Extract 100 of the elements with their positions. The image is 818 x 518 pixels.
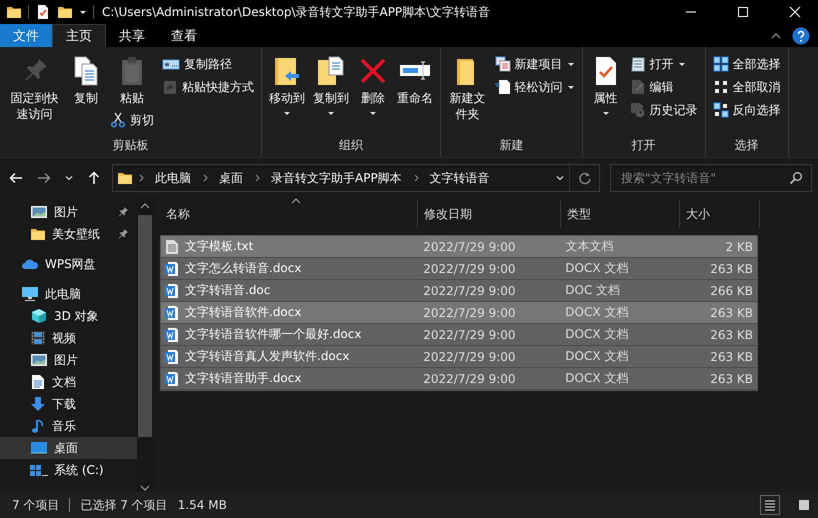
ribbon-tab[interactable]: 文件 [0, 24, 52, 47]
file-name: 文字转语音助手.docx [185, 370, 302, 387]
file-row[interactable]: 文字转语音助手.docx 2022/7/29 9:00 DOCX 文档 263 KB [161, 368, 757, 390]
ribbon-button[interactable]: 全部选择 [710, 53, 784, 75]
ribbon-button[interactable]: 轻松访问 [492, 76, 578, 98]
breadcrumb[interactable]: 录音转文字助手APP脚本 [265, 170, 408, 186]
file-row[interactable]: 文字模板.txt 2022/7/29 9:00 文本文档 2 KB [161, 236, 757, 258]
table-cell-text: 2022/7/29 9:00 [422, 328, 517, 342]
column-header[interactable]: 大小 [680, 200, 760, 228]
selection-count: 已选择 7 个项目 [80, 496, 168, 514]
breadcrumb[interactable]: 桌面 [213, 170, 249, 186]
word-file-icon [165, 326, 179, 342]
ribbon-button[interactable]: 新建文件夹 [445, 53, 490, 124]
download-icon [30, 396, 46, 412]
sidebar-item[interactable]: 美女壁纸 [0, 223, 137, 245]
table-cell-text: 文本文档 [564, 238, 614, 255]
sidebar-item[interactable]: 视频 [0, 327, 137, 349]
ribbon-button[interactable]: 全部取消 [710, 76, 784, 98]
sidebar-item[interactable]: 此电脑 [0, 283, 137, 305]
selection-size: 1.54 MB [178, 498, 227, 512]
sidebar-item[interactable]: 系统 (C:) [0, 459, 137, 481]
file-row[interactable]: 文字转语音软件哪一个最好.docx 2022/7/29 9:00 DOCX 文档 263 KB [161, 324, 757, 346]
table-cell-text: 263 KB [709, 372, 754, 386]
word-file-icon [165, 304, 179, 320]
ribbon-button[interactable]: 新建项目 [492, 53, 578, 75]
collapse-ribbon-icon[interactable] [770, 32, 782, 40]
ribbon-button[interactable]: 复制路径 [159, 53, 258, 75]
maximize-icon [737, 6, 749, 18]
chevron-icon [64, 173, 74, 183]
file-row[interactable]: 文字转语音.doc 2022/7/29 9:00 DOC 文档 266 KB [161, 280, 757, 302]
breadcrumb[interactable]: 此电脑 [149, 170, 197, 186]
ribbon-button[interactable]: 删除 [354, 53, 392, 119]
sidebar-item[interactable]: 图片 [0, 349, 137, 371]
grid-icon [712, 56, 729, 72]
column-header[interactable]: 修改日期 [418, 200, 561, 228]
checked-document-icon[interactable] [35, 4, 51, 20]
file-row[interactable]: 文字怎么转语音.docx 2022/7/29 9:00 DOCX 文档 263 KB [161, 258, 757, 280]
chevron-icon[interactable] [137, 173, 145, 183]
ribbon-button[interactable]: 打开 [626, 53, 701, 75]
search-field[interactable]: 搜索"文字转语音" [619, 170, 789, 186]
chevron-icon[interactable] [253, 173, 261, 183]
file-row[interactable]: 文字转语音软件.docx 2022/7/29 9:00 DOCX 文档 263 KB [161, 302, 757, 324]
column-header[interactable]: 名称 [160, 200, 418, 228]
group-label: 选择 [734, 137, 760, 154]
sidebar-item[interactable]: WPS网盘 [0, 253, 137, 275]
table-cell-text: 263 KB [709, 350, 754, 364]
table-cell-text: 2022/7/29 9:00 [422, 350, 517, 364]
breadcrumb[interactable]: 文字转语音 [424, 170, 496, 186]
group-label: 新建 [498, 137, 524, 154]
sidebar-item[interactable]: 3D 对象 [0, 305, 137, 327]
scrollbar-thumb[interactable] [138, 215, 152, 437]
file-name: 文字转语音真人发声软件.docx [185, 348, 350, 365]
ribbon-button[interactable]: 复制到 [310, 53, 352, 119]
address-bar[interactable]: 此电脑 桌面 录音转文字助手APP脚本 文字转语音 [112, 164, 600, 192]
ribbon-button[interactable]: 移动到 [266, 53, 308, 119]
file-name: 文字转语音软件哪一个最好.docx [185, 326, 362, 343]
ribbon-button[interactable]: 属性 [586, 53, 625, 119]
folder-icon[interactable] [57, 4, 73, 20]
sidebar-item[interactable]: 文档 [0, 371, 137, 393]
folder-icon[interactable] [6, 4, 22, 20]
cloud-icon [21, 257, 39, 271]
column-header[interactable]: 类型 [561, 200, 680, 228]
ribbon-button[interactable]: 重命名 [394, 53, 436, 108]
sidebar-item[interactable]: 桌面 [0, 437, 137, 459]
pencil-document-icon [630, 79, 646, 95]
table-cell-text: DOCX 文档 [564, 304, 630, 321]
chevron-icon[interactable] [555, 173, 565, 183]
search-box[interactable]: 搜索"文字转语音" [610, 164, 812, 192]
monitor-icon [21, 286, 39, 302]
caret-icon[interactable] [79, 8, 87, 16]
table-cell-text: 2022/7/29 9:00 [422, 262, 517, 276]
sidebar-item[interactable]: 下载 [0, 393, 137, 415]
scroll-up-icon[interactable] [139, 202, 151, 210]
scroll-down-icon[interactable] [139, 484, 151, 492]
table-cell-text: 2022/7/29 9:00 [422, 372, 517, 386]
clock-document-icon [630, 102, 646, 118]
chevron-icon[interactable] [201, 173, 209, 183]
square-icon [797, 498, 811, 512]
chevron-icon[interactable] [412, 173, 420, 183]
table-cell-text: DOCX 文档 [564, 326, 630, 343]
ribbon-button[interactable]: 剪切 [107, 109, 158, 131]
details-view-button[interactable] [760, 495, 780, 515]
sidebar-item[interactable]: 音乐 [0, 415, 137, 437]
file-row[interactable]: 文字转语音真人发声软件.docx 2022/7/29 9:00 DOCX 文档 263 KB [161, 346, 757, 368]
pin-icon [117, 206, 129, 218]
help-icon[interactable] [792, 26, 810, 44]
document-icon [30, 374, 46, 390]
ribbon-button[interactable]: 复制 [67, 53, 106, 108]
sidebar-item[interactable]: 图片 [0, 201, 137, 223]
path-icon [162, 57, 180, 71]
cube-icon [30, 308, 48, 324]
grid-icon [712, 79, 729, 95]
music-note-icon [30, 418, 46, 434]
ribbon-tab[interactable]: 主页 [52, 24, 106, 47]
folder-icon [117, 170, 133, 186]
ribbon-button[interactable]: 反向选择 [710, 99, 784, 121]
table-cell-text: 263 KB [709, 262, 754, 276]
word-file-icon [165, 282, 179, 298]
desktop-icon [30, 441, 48, 455]
word-file-icon [165, 370, 179, 386]
